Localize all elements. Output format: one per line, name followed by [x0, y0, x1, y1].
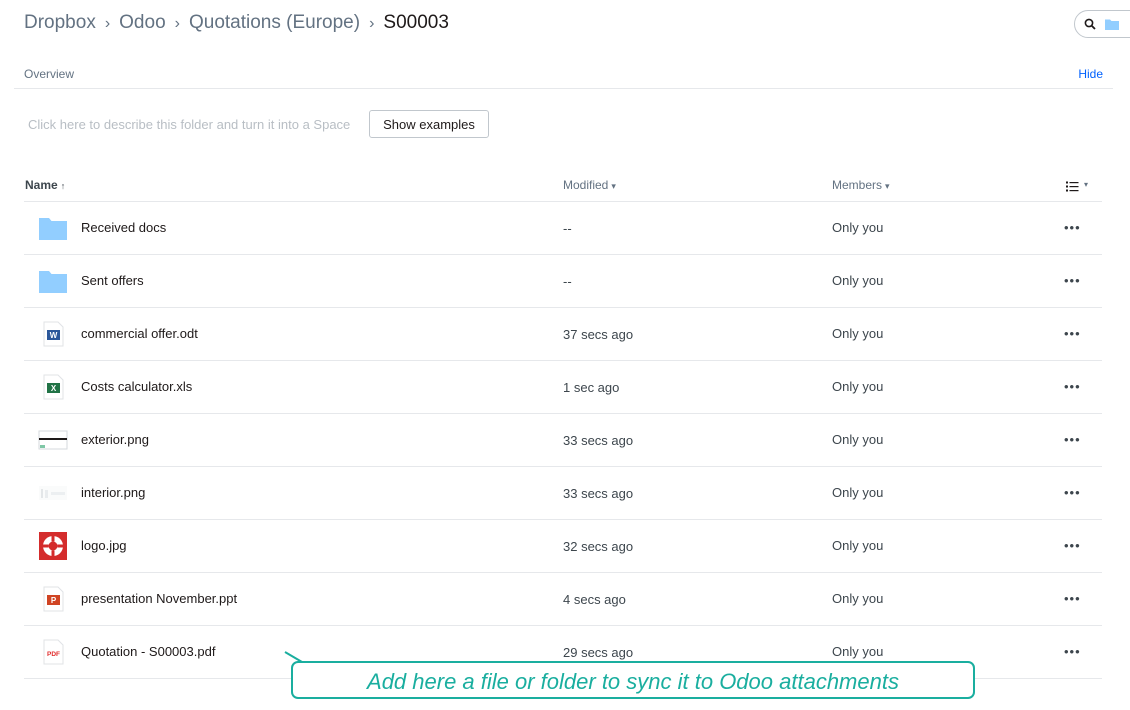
breadcrumb-separator: › — [369, 15, 375, 32]
modified-time: 32 secs ago — [563, 539, 634, 554]
breadcrumb-item-dropbox[interactable]: Dropbox — [24, 12, 96, 33]
members-value: Only you — [832, 538, 884, 553]
file-table: Name ↑ Modified ▾ Members ▾ ▾ Received docs… — [24, 170, 1102, 679]
folder-icon — [1105, 19, 1119, 30]
table-header: Name ↑ Modified ▾ Members ▾ ▾ — [24, 170, 1102, 202]
modified-time: 33 secs ago — [563, 433, 634, 448]
column-header-members[interactable]: Members ▾ — [832, 178, 890, 192]
file-name[interactable]: commercial offer.odt — [81, 326, 198, 341]
folder-description-input[interactable]: Click here to describe this folder and t… — [28, 117, 350, 132]
table-row[interactable]: X Costs calculator.xls 1 sec ago Only yo… — [24, 361, 1102, 414]
lifebuoy-logo-icon — [39, 532, 67, 560]
more-options-button[interactable]: ••• — [1064, 644, 1081, 659]
svg-text:W: W — [50, 331, 58, 340]
image-thumbnail-icon — [38, 430, 68, 450]
search-input[interactable] — [1074, 10, 1130, 38]
file-name[interactable]: Quotation - S00003.pdf — [81, 644, 215, 659]
breadcrumb-separator: › — [174, 15, 180, 32]
caret-down-icon: ▾ — [885, 181, 890, 191]
file-name[interactable]: Costs calculator.xls — [81, 379, 192, 394]
table-row[interactable]: P presentation November.ppt 4 secs ago O… — [24, 573, 1102, 626]
column-header-modified-label: Modified — [563, 178, 609, 192]
powerpoint-icon: P — [43, 586, 64, 612]
breadcrumb-item-odoo[interactable]: Odoo — [119, 12, 165, 33]
members-value: Only you — [832, 326, 884, 341]
modified-time: 29 secs ago — [563, 645, 634, 660]
excel-icon: X — [43, 374, 64, 400]
table-row[interactable]: logo.jpg 32 secs ago Only you ••• — [24, 520, 1102, 573]
overview-label: Overview — [24, 67, 75, 81]
word-doc-icon: W — [43, 321, 64, 347]
modified-time: 4 secs ago — [563, 592, 626, 607]
callout-annotation: Add here a file or folder to sync it to … — [291, 661, 975, 699]
show-examples-button[interactable]: Show examples — [369, 110, 489, 138]
caret-down-icon: ▾ — [611, 181, 616, 191]
sort-up-arrow-icon: ↑ — [60, 181, 66, 191]
table-row[interactable]: Sent offers -- Only you ••• — [24, 255, 1102, 308]
file-name[interactable]: Sent offers — [81, 273, 144, 288]
column-header-name[interactable]: Name ↑ — [25, 178, 65, 192]
caret-down-icon: ▾ — [1084, 180, 1089, 189]
table-row[interactable]: W commercial offer.odt 37 secs ago Only … — [24, 308, 1102, 361]
modified-time: -- — [563, 274, 572, 289]
callout-text: Add here a file or folder to sync it to … — [367, 669, 899, 694]
svg-text:PDF: PDF — [47, 651, 60, 658]
more-options-button[interactable]: ••• — [1064, 273, 1081, 288]
folder-icon — [39, 271, 67, 293]
svg-text:P: P — [51, 596, 57, 605]
breadcrumb-separator: › — [104, 15, 111, 32]
more-options-button[interactable]: ••• — [1064, 485, 1081, 500]
file-name[interactable]: exterior.png — [81, 432, 149, 447]
members-value: Only you — [832, 485, 884, 500]
modified-time: -- — [563, 221, 572, 236]
members-value: Only you — [832, 273, 884, 288]
members-value: Only you — [832, 220, 884, 235]
modified-time: 37 secs ago — [563, 327, 634, 342]
members-value: Only you — [832, 591, 884, 606]
folder-icon — [39, 218, 67, 240]
breadcrumb-item-quotations[interactable]: Quotations (Europe) — [189, 12, 360, 33]
column-header-members-label: Members — [832, 178, 883, 192]
more-options-button[interactable]: ••• — [1064, 432, 1081, 447]
more-options-button[interactable]: ••• — [1064, 326, 1081, 341]
column-header-modified[interactable]: Modified ▾ — [563, 178, 616, 192]
table-row[interactable]: interior.png 33 secs ago Only you ••• — [24, 467, 1102, 520]
members-value: Only you — [832, 432, 884, 447]
modified-time: 33 secs ago — [563, 486, 634, 501]
column-header-name-label: Name — [25, 178, 58, 192]
more-options-button[interactable]: ••• — [1064, 538, 1081, 553]
file-name[interactable]: Received docs — [81, 220, 166, 235]
table-row[interactable]: exterior.png 33 secs ago Only you ••• — [24, 414, 1102, 467]
hide-overview-link[interactable]: Hide — [1078, 67, 1103, 81]
breadcrumb: Dropbox › Odoo › Quotations (Europe) › S00003 — [24, 12, 449, 34]
more-options-button[interactable]: ••• — [1064, 591, 1081, 606]
more-options-button[interactable]: ••• — [1064, 379, 1081, 394]
overview-bar: Overview Hide — [14, 60, 1113, 89]
modified-time: 1 sec ago — [563, 380, 620, 395]
view-toggle-button[interactable]: ▾ — [1066, 179, 1088, 197]
file-name[interactable]: interior.png — [81, 485, 145, 500]
file-name[interactable]: logo.jpg — [81, 538, 127, 553]
svg-text:X: X — [51, 384, 57, 393]
pdf-icon: PDF — [43, 639, 64, 665]
list-view-icon — [1066, 181, 1079, 192]
file-name[interactable]: presentation November.ppt — [81, 591, 237, 606]
image-thumbnail-icon — [39, 486, 67, 500]
table-row[interactable]: Received docs -- Only you ••• — [24, 202, 1102, 255]
members-value: Only you — [832, 379, 884, 394]
members-value: Only you — [832, 644, 884, 659]
breadcrumb-current-folder: S00003 — [383, 12, 449, 33]
search-icon — [1084, 18, 1096, 30]
more-options-button[interactable]: ••• — [1064, 220, 1081, 235]
